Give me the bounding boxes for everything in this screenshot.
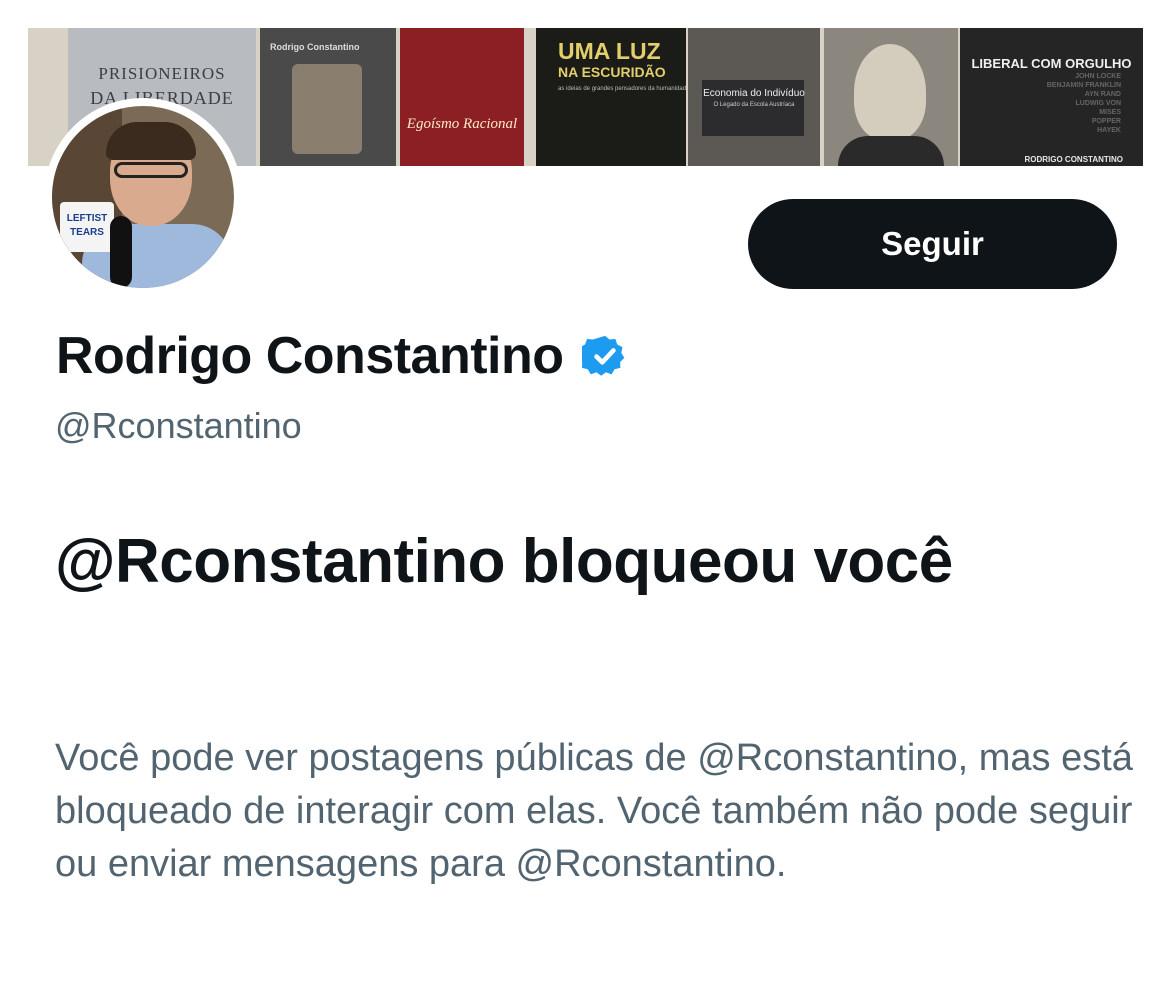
banner-book-name: MISES bbox=[1099, 109, 1121, 116]
banner-book-name: BENJAMIN FRANKLIN bbox=[1046, 82, 1121, 89]
banner-portrait-face bbox=[854, 44, 926, 140]
banner-book-subtitle: O Legado da Escola Austríaca bbox=[713, 102, 795, 108]
avatar[interactable]: LEFTIST TEARS bbox=[44, 98, 242, 296]
verified-badge-icon[interactable] bbox=[581, 333, 628, 379]
banner-portrait-coat bbox=[838, 136, 944, 166]
banner-book-name: LUDWIG VON bbox=[1075, 100, 1122, 107]
banner-book-economia: Economia do Indivíduo O Legado da Escola… bbox=[688, 28, 820, 166]
profile-name-row: Rodrigo Constantino bbox=[56, 324, 628, 388]
banner-book-title: Egoísmo Racional bbox=[406, 116, 518, 132]
banner-book-name: JOHN LOCKE bbox=[1075, 73, 1121, 80]
avatar-photo: LEFTIST TEARS bbox=[52, 106, 234, 288]
banner-book-egoismo: Egoísmo Racional bbox=[400, 28, 524, 166]
banner-book-name: POPPER bbox=[1091, 118, 1121, 125]
avatar-hair bbox=[106, 122, 196, 160]
banner-book-liberal: LIBERAL COM ORGULHO JOHN LOCKE BENJAMIN … bbox=[960, 28, 1143, 166]
avatar-mug: LEFTIST TEARS bbox=[60, 202, 114, 252]
profile-handle: @Rconstantino bbox=[55, 405, 302, 446]
banner-book-uma-luz: UMA LUZ NA ESCURIDÃO as ideias de grande… bbox=[536, 28, 686, 166]
banner-book-illustration bbox=[292, 64, 362, 154]
blocked-description: Você pode ver postagens públicas de @Rco… bbox=[55, 737, 1133, 885]
banner-book-names: JOHN LOCKE BENJAMIN FRANKLIN AYN RAND LU… bbox=[1031, 72, 1121, 135]
banner-book-title: LIBERAL COM ORGULHO bbox=[971, 56, 1132, 71]
banner-book-title: Economia do Indivíduo bbox=[703, 88, 805, 99]
banner-portrait bbox=[824, 28, 958, 166]
follow-button[interactable]: Seguir bbox=[748, 199, 1117, 289]
display-name: Rodrigo Constantino bbox=[56, 327, 564, 385]
banner-book-name: AYN RAND bbox=[1084, 91, 1121, 98]
banner-book-cpi: Rodrigo Constantino bbox=[260, 28, 396, 166]
avatar-microphone bbox=[110, 216, 132, 288]
banner-book-name: HAYEK bbox=[1097, 127, 1121, 134]
banner-book-author: RODRIGO CONSTANTINO bbox=[1024, 155, 1123, 164]
banner-book-author: Rodrigo Constantino bbox=[270, 42, 360, 52]
avatar-glasses bbox=[114, 162, 188, 178]
banner-book-title: UMA LUZ bbox=[558, 38, 661, 64]
blocked-heading: @Rconstantino bloqueou você bbox=[55, 527, 953, 596]
banner-book-subtitle: NA ESCURIDÃO bbox=[558, 64, 666, 80]
banner-book-title: PRISIONEIROS bbox=[98, 64, 226, 83]
banner-book-tagline: as ideias de grandes pensadores da human… bbox=[558, 86, 686, 92]
